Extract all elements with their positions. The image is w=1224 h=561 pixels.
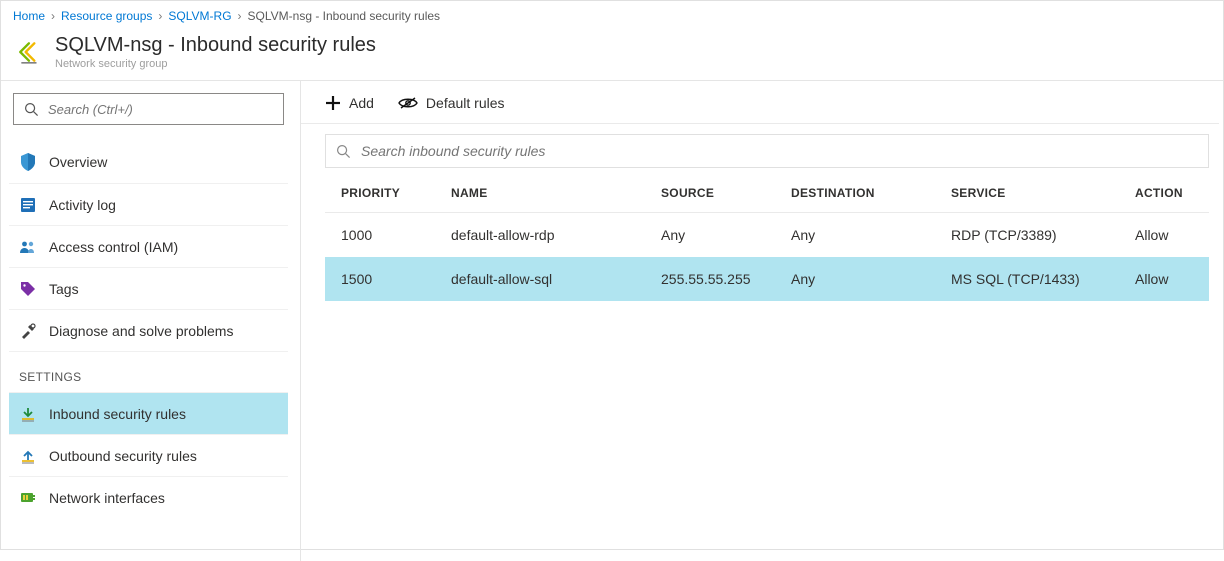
sidebar-search-input[interactable] — [48, 102, 275, 117]
col-priority[interactable]: PRIORITY — [325, 174, 435, 213]
page-subtitle: Network security group — [55, 58, 376, 70]
sidebar: Overview Activity log Access control (IA… — [1, 81, 301, 561]
cell-action: Allow — [1119, 257, 1209, 301]
table-row[interactable]: 1500 default-allow-sql 255.55.55.255 Any… — [325, 257, 1209, 301]
col-action[interactable]: ACTION — [1119, 174, 1209, 213]
sidebar-search[interactable] — [13, 93, 284, 125]
sidebar-item-label: Network interfaces — [49, 490, 165, 506]
eye-off-icon — [398, 96, 418, 110]
cell-priority: 1500 — [325, 257, 435, 301]
sidebar-item-label: Access control (IAM) — [49, 239, 178, 255]
breadcrumb: Home › Resource groups › SQLVM-RG › SQLV… — [1, 1, 1223, 27]
search-icon — [336, 144, 351, 159]
breadcrumb-current: SQLVM-nsg - Inbound security rules — [248, 9, 441, 23]
sidebar-item-overview[interactable]: Overview — [9, 141, 288, 183]
tag-icon — [19, 280, 37, 298]
cell-destination: Any — [775, 213, 935, 258]
main-content: Add Default rules PRIORITY — [301, 81, 1223, 561]
outbound-icon — [19, 447, 37, 465]
cell-name: default-allow-rdp — [435, 213, 645, 258]
col-destination[interactable]: DESTINATION — [775, 174, 935, 213]
sidebar-item-network-interfaces[interactable]: Network interfaces — [9, 476, 288, 518]
cell-service: RDP (TCP/3389) — [935, 213, 1119, 258]
rules-table: PRIORITY NAME SOURCE DESTINATION SERVICE… — [325, 174, 1209, 301]
page-header: SQLVM-nsg - Inbound security rules Netwo… — [1, 27, 1223, 81]
shield-icon — [19, 153, 37, 171]
breadcrumb-rg[interactable]: SQLVM-RG — [168, 9, 231, 23]
nic-icon — [19, 489, 37, 507]
log-icon — [19, 196, 37, 214]
default-rules-label: Default rules — [426, 95, 505, 111]
cell-service: MS SQL (TCP/1433) — [935, 257, 1119, 301]
tools-icon — [19, 322, 37, 340]
sidebar-item-access-control[interactable]: Access control (IAM) — [9, 225, 288, 267]
add-label: Add — [349, 95, 374, 111]
chevron-right-icon: › — [51, 9, 55, 23]
plus-icon — [325, 95, 341, 111]
people-icon — [19, 238, 37, 256]
col-service[interactable]: SERVICE — [935, 174, 1119, 213]
sidebar-item-outbound-rules[interactable]: Outbound security rules — [9, 434, 288, 476]
sidebar-item-activity-log[interactable]: Activity log — [9, 183, 288, 225]
chevron-right-icon: › — [238, 9, 242, 23]
sidebar-item-inbound-rules[interactable]: Inbound security rules — [9, 392, 288, 434]
cell-priority: 1000 — [325, 213, 435, 258]
cell-name: default-allow-sql — [435, 257, 645, 301]
sidebar-item-label: Overview — [49, 154, 107, 170]
sidebar-item-diagnose[interactable]: Diagnose and solve problems — [9, 309, 288, 351]
sidebar-item-label: Diagnose and solve problems — [49, 323, 233, 339]
sidebar-item-label: Outbound security rules — [49, 448, 197, 464]
col-source[interactable]: SOURCE — [645, 174, 775, 213]
breadcrumb-resource-groups[interactable]: Resource groups — [61, 9, 152, 23]
nsg-icon — [17, 39, 43, 65]
breadcrumb-home[interactable]: Home — [13, 9, 45, 23]
col-name[interactable]: NAME — [435, 174, 645, 213]
inbound-icon — [19, 405, 37, 423]
table-row[interactable]: 1000 default-allow-rdp Any Any RDP (TCP/… — [325, 213, 1209, 258]
cell-source: 255.55.55.255 — [645, 257, 775, 301]
sidebar-item-tags[interactable]: Tags — [9, 267, 288, 309]
cell-action: Allow — [1119, 213, 1209, 258]
toolbar: Add Default rules — [301, 91, 1219, 124]
sidebar-section-settings: SETTINGS — [9, 351, 288, 392]
sidebar-item-label: Tags — [49, 281, 79, 297]
sidebar-item-label: Activity log — [49, 197, 116, 213]
cell-source: Any — [645, 213, 775, 258]
cell-destination: Any — [775, 257, 935, 301]
page-title: SQLVM-nsg - Inbound security rules — [55, 33, 376, 57]
search-icon — [22, 100, 40, 118]
add-button[interactable]: Add — [325, 95, 374, 111]
rules-search[interactable] — [325, 134, 1209, 168]
chevron-right-icon: › — [158, 9, 162, 23]
sidebar-item-label: Inbound security rules — [49, 406, 186, 422]
rules-search-input[interactable] — [361, 143, 1198, 159]
default-rules-button[interactable]: Default rules — [398, 95, 505, 111]
